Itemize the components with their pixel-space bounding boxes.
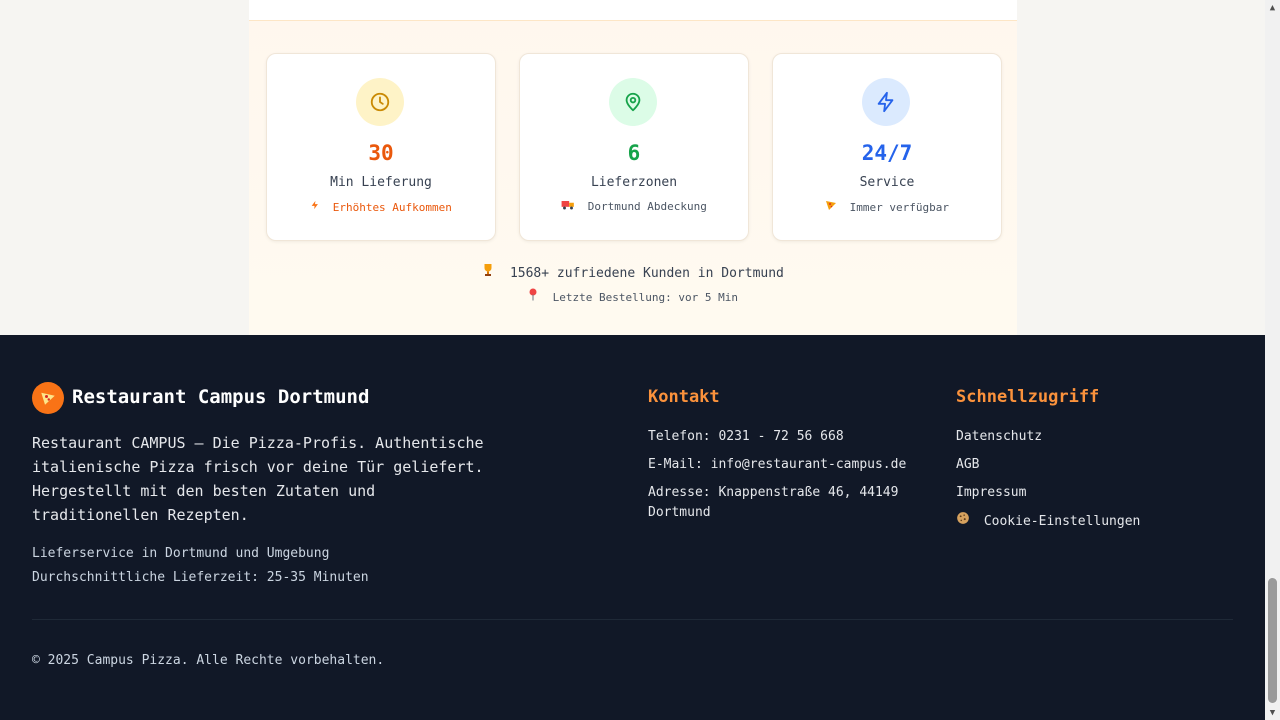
brand-description: Restaurant CAMPUS – Die Pizza-Profis. Au…: [32, 434, 484, 524]
contact-phone[interactable]: Telefon: 0231 - 72 56 668: [648, 427, 918, 447]
scroll-up-arrow-icon[interactable]: ▲: [1265, 0, 1280, 15]
section-top-edge: [249, 0, 1017, 21]
brand-title: Restaurant Campus Dortmund: [72, 386, 370, 408]
stat-value: 24/7: [861, 141, 913, 165]
pizza-logo-icon: [32, 382, 64, 414]
delivery-info: Lieferservice in Dortmund und Umgebung D…: [32, 542, 492, 590]
contact-list: Telefon: 0231 - 72 56 668 E-Mail: info@r…: [648, 427, 918, 531]
stat-label: Service: [859, 175, 915, 190]
pushpin-icon: [528, 288, 545, 304]
imprint-link[interactable]: Impressum: [956, 483, 1236, 503]
cookie-settings-label: Cookie-Einstellungen: [983, 514, 1141, 529]
customer-count: 1568+ zufriedene Kunden in Dortmund: [249, 263, 1017, 281]
cookie-icon: [956, 512, 978, 529]
stat-card-service: 24/7 Service Immer verfügbar: [772, 53, 1002, 241]
footer-divider: [32, 619, 1233, 620]
stat-value: 6: [627, 141, 641, 165]
trophy-icon: [482, 264, 502, 281]
stat-subtext-label: Dortmund Abdeckung: [587, 200, 707, 213]
site-footer: Restaurant Campus Dortmund Restaurant CA…: [0, 335, 1265, 720]
stat-card-delivery-zones: 6 Lieferzonen Dortmund Abdeckung: [519, 53, 749, 241]
pizza-icon: [825, 201, 844, 214]
page: 30 Min Lieferung Erhöhtes Aufkommen 6 Li…: [0, 0, 1265, 720]
stat-subtext: Erhöhtes Aufkommen: [267, 199, 495, 214]
terms-link[interactable]: AGB: [956, 455, 1236, 475]
stat-value: 30: [368, 141, 394, 165]
last-order: Letzte Bestellung: vor 5 Min: [249, 288, 1017, 304]
stat-subtext-label: Erhöhtes Aufkommen: [332, 201, 452, 214]
last-order-label: Letzte Bestellung: vor 5 Min: [552, 291, 739, 304]
clock-icon: [356, 78, 404, 126]
contact-heading: Kontakt: [648, 387, 720, 407]
privacy-link[interactable]: Datenschutz: [956, 427, 1236, 447]
scrollbar-thumb[interactable]: [1268, 578, 1277, 703]
average-delivery-time: Durchschnittliche Lieferzeit: 25-35 Minu…: [32, 570, 369, 585]
bolt-icon: [862, 78, 910, 126]
stat-subtext: Immer verfügbar: [773, 199, 1001, 214]
stat-subtext-label: Immer verfügbar: [849, 201, 949, 214]
truck-icon: [561, 200, 582, 213]
contact-address: Adresse: Knappenstraße 46, 44149 Dortmun…: [648, 485, 899, 520]
stat-label: Min Lieferung: [330, 175, 432, 190]
contact-email[interactable]: E-Mail: info@restaurant-campus.de: [648, 455, 918, 475]
stat-card-delivery-time: 30 Min Lieferung Erhöhtes Aufkommen: [266, 53, 496, 241]
stats-section: 30 Min Lieferung Erhöhtes Aufkommen 6 Li…: [249, 0, 1017, 335]
stat-label: Lieferzonen: [590, 175, 678, 190]
scroll-down-arrow-icon[interactable]: ▼: [1265, 705, 1280, 720]
map-pin-icon: [609, 78, 657, 126]
copyright: © 2025 Campus Pizza. Alle Rechte vorbeha…: [32, 653, 385, 668]
quick-access-list: Datenschutz AGB Impressum Cookie-Einstel…: [956, 427, 1236, 540]
customer-count-label: 1568+ zufriedene Kunden in Dortmund: [509, 266, 784, 281]
stat-subtext: Dortmund Abdeckung: [520, 199, 748, 213]
cookie-settings-link[interactable]: Cookie-Einstellungen: [956, 511, 1236, 532]
quick-access-heading: Schnellzugriff: [956, 387, 1100, 407]
vertical-scrollbar[interactable]: ▲ ▼: [1265, 0, 1280, 720]
lightning-icon: [310, 200, 327, 214]
service-area: Lieferservice in Dortmund und Umgebung: [32, 546, 330, 561]
